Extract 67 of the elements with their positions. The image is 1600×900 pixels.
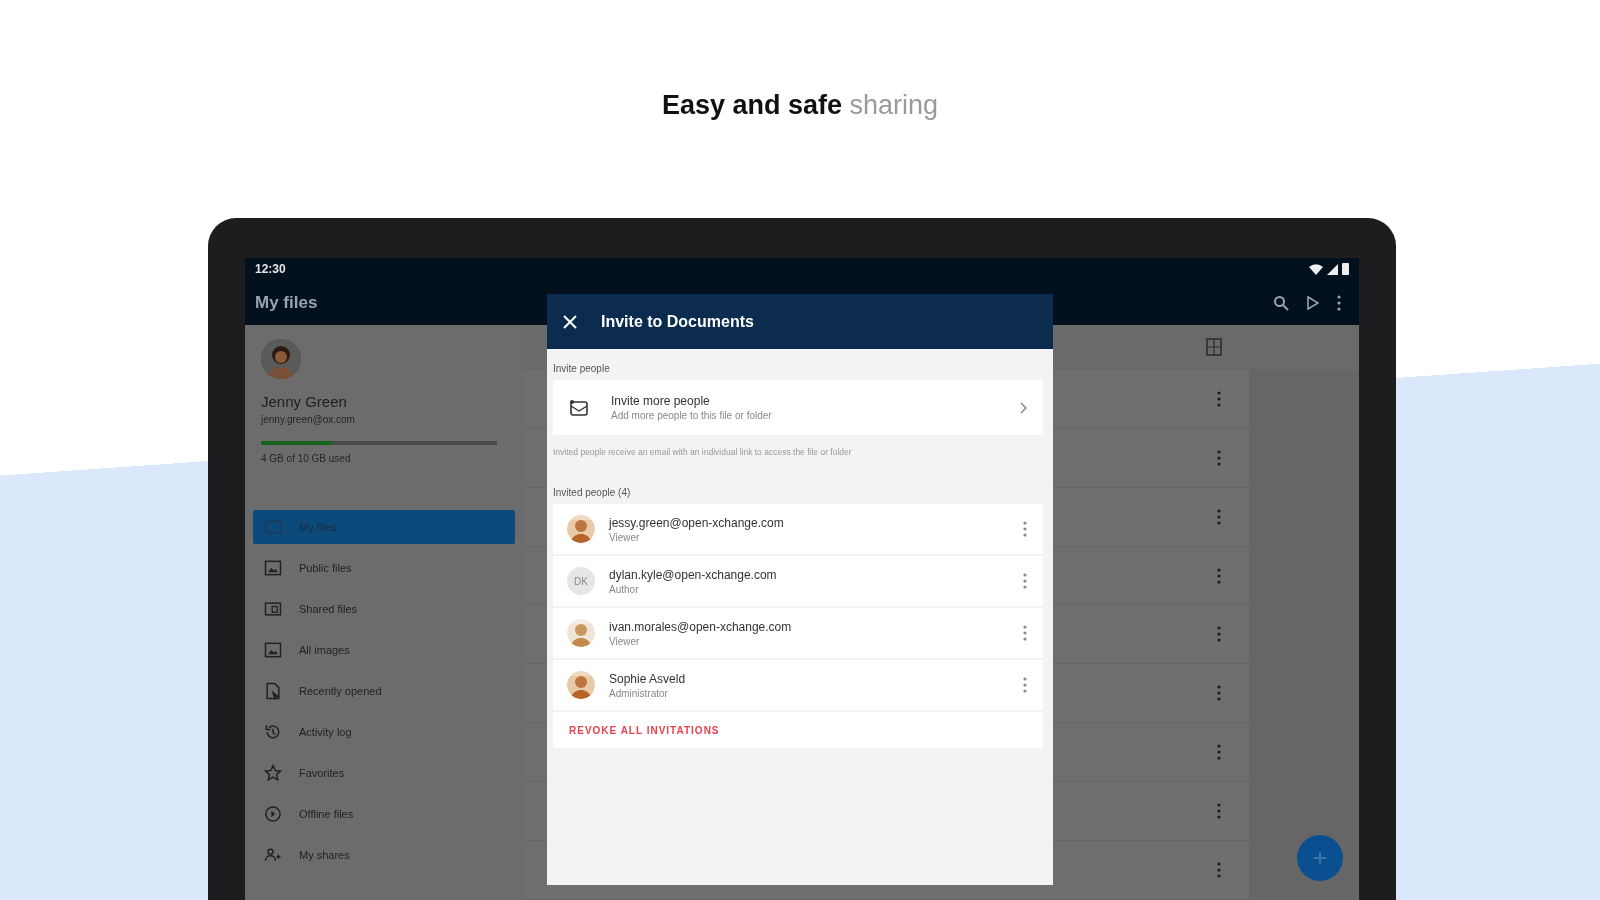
image-icon bbox=[263, 640, 283, 660]
image-icon bbox=[263, 558, 283, 578]
sidebar-item[interactable]: Favorites bbox=[253, 756, 515, 790]
headline: Easy and safe sharing bbox=[661, 90, 939, 122]
wifi-icon bbox=[1309, 263, 1323, 275]
sidebar-item[interactable]: Activity log bbox=[253, 715, 515, 749]
more-icon[interactable] bbox=[1023, 625, 1027, 641]
item-subtitle: Add more people to this file or folder bbox=[611, 410, 773, 421]
person-row[interactable]: DK dylan.kyle@open-xchange.com Author bbox=[553, 556, 1043, 606]
person-role: Author bbox=[609, 583, 640, 595]
person-email: dylan.kyle@open-xchange.com bbox=[609, 567, 778, 582]
revoke-all-link[interactable]: REVOKE ALL INVITATIONS bbox=[553, 712, 1043, 748]
offline-icon bbox=[263, 804, 283, 824]
account-email: jenny.green@ox.com bbox=[261, 414, 356, 425]
note-text: Invited people receive an email with an individual link to access the file or folder bbox=[552, 446, 853, 459]
sidebar-item[interactable]: Public files bbox=[253, 551, 515, 585]
person-row[interactable]: ivan.morales@open-xchange.com Viewer bbox=[553, 608, 1043, 658]
more-icon[interactable] bbox=[1023, 521, 1027, 537]
more-icon[interactable] bbox=[1217, 508, 1221, 525]
more-icon[interactable] bbox=[1217, 744, 1221, 761]
sidebar-item[interactable]: All images bbox=[253, 633, 515, 667]
search-icon[interactable] bbox=[1273, 294, 1289, 311]
app-title: My files bbox=[255, 292, 319, 313]
mail-icon bbox=[569, 398, 589, 417]
star-icon bbox=[263, 763, 283, 783]
more-icon[interactable] bbox=[1023, 573, 1027, 589]
clock: 12:30 bbox=[255, 262, 286, 276]
sidebar-item[interactable]: My shares bbox=[253, 838, 515, 872]
more-icon[interactable] bbox=[1217, 862, 1221, 878]
more-icon[interactable] bbox=[1217, 685, 1221, 702]
invite-more-item[interactable]: Invite more people Add more people to this file or folder bbox=[553, 380, 1043, 435]
more-icon[interactable] bbox=[1217, 626, 1221, 643]
close-icon[interactable] bbox=[563, 314, 577, 329]
person-row[interactable]: Sophie Asveld Administrator bbox=[553, 660, 1043, 710]
person-email: ivan.morales@open-xchange.com bbox=[609, 619, 793, 634]
section-label: Invited people (4) bbox=[552, 486, 632, 500]
person-row[interactable]: jessy.green@open-xchange.com Viewer bbox=[553, 504, 1043, 554]
item-title: Invite more people bbox=[611, 394, 711, 408]
folder-icon bbox=[263, 517, 283, 537]
person-role: Viewer bbox=[609, 635, 641, 647]
plus-icon bbox=[1314, 852, 1326, 864]
signal-icon bbox=[1327, 263, 1338, 275]
more-icon[interactable] bbox=[1217, 803, 1221, 820]
person-role: Administrator bbox=[609, 687, 669, 699]
grid-view-icon[interactable] bbox=[1206, 338, 1222, 357]
sidebar-item[interactable]: Offline files bbox=[253, 797, 515, 831]
person-role: Viewer bbox=[609, 531, 641, 543]
account-name: Jenny Green bbox=[261, 393, 348, 410]
person-email: jessy.green@open-xchange.com bbox=[609, 515, 785, 530]
more-icon[interactable] bbox=[1217, 390, 1221, 407]
more-icon[interactable] bbox=[1023, 677, 1027, 693]
more-icon[interactable] bbox=[1337, 294, 1341, 311]
battery-icon bbox=[1342, 263, 1349, 275]
sidebar-item[interactable]: Shared files bbox=[253, 592, 515, 626]
chevron-right-icon bbox=[1020, 401, 1027, 414]
send-icon[interactable] bbox=[1307, 295, 1319, 310]
avatar: DK bbox=[567, 567, 595, 595]
dialog-title: Invite to Documents bbox=[601, 312, 754, 331]
recent-icon bbox=[263, 681, 283, 701]
more-icon[interactable] bbox=[1217, 567, 1221, 584]
person-email: Sophie Asveld bbox=[609, 671, 687, 686]
sidebar-item[interactable]: Recently opened bbox=[253, 674, 515, 708]
storage-text: 4 GB of 10 GB used bbox=[261, 453, 352, 464]
sidebar-item[interactable]: My files bbox=[253, 510, 515, 544]
shared-icon bbox=[263, 599, 283, 619]
more-icon[interactable] bbox=[1217, 449, 1221, 466]
section-label: Invite people bbox=[552, 362, 611, 376]
